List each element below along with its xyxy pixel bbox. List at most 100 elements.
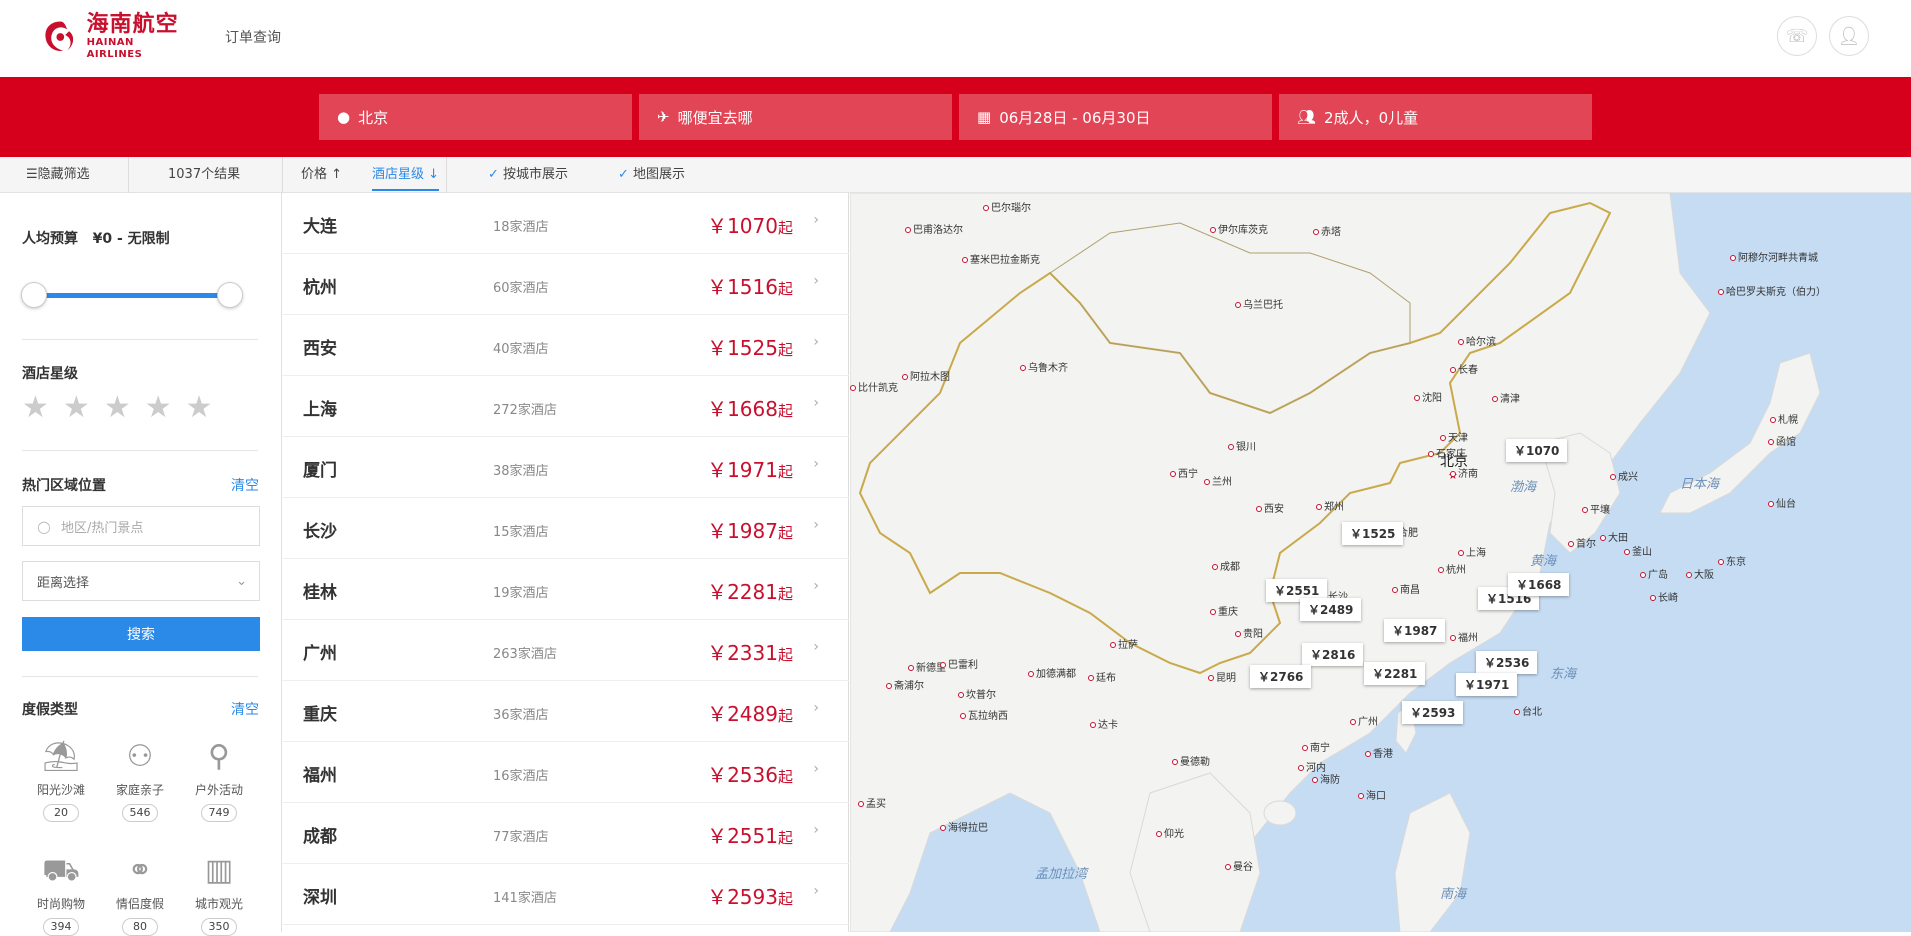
area-search-input[interactable]: ○ 地区/热门景点	[22, 506, 260, 546]
budget-slider-min-handle[interactable]	[21, 282, 47, 308]
vacation-type-beach[interactable]: ⛱ 阳光沙滩 20	[26, 737, 96, 822]
map-price-marker[interactable]: ￥2593	[1402, 701, 1464, 724]
vacation-type-family[interactable]: ⚇ 家庭亲子 546	[105, 737, 175, 822]
map-city-label: 东京	[1718, 553, 1746, 568]
chevron-right-icon: ›	[813, 883, 819, 899]
map-price-marker[interactable]: ￥1070	[1506, 439, 1568, 462]
list-item[interactable]: 福州 16家酒店 ￥2536起 ›	[283, 742, 849, 803]
vacation-type-count: 546	[122, 804, 158, 822]
list-item[interactable]: 大连 18家酒店 ￥1070起 ›	[283, 193, 849, 254]
price: ￥1971起	[707, 454, 793, 483]
map-price-marker[interactable]: ￥2816	[1302, 643, 1364, 666]
star-icon[interactable]: ★	[104, 393, 131, 423]
hotel-count: 18家酒店	[493, 220, 549, 235]
map-city-label: 上海	[1458, 544, 1486, 559]
order-query-link[interactable]: 订单查询	[225, 27, 281, 47]
price-suffix: 起	[777, 890, 793, 908]
vacation-type-outdoor[interactable]: ⚲ 户外活动 749	[184, 737, 254, 822]
vacation-type-name: 城市观光	[194, 897, 243, 911]
sea-label: 南海	[1440, 887, 1467, 902]
list-item[interactable]: 桂林 19家酒店 ￥2281起 ›	[283, 559, 849, 620]
price-value: ￥2593	[707, 885, 778, 909]
budget-slider-track[interactable]	[34, 293, 230, 298]
price: ￥1070起	[707, 210, 793, 239]
guests-field[interactable]: 👥︎ 2成人，0儿童	[1279, 94, 1592, 140]
destination-list: 大连 18家酒店 ￥1070起 › 杭州 60家酒店 ￥1516起 › 西安 4…	[283, 193, 849, 932]
price: ￥1516起	[707, 271, 793, 300]
map-price-marker[interactable]: ￥2536	[1476, 651, 1538, 674]
price-value: ￥1971	[707, 458, 778, 482]
show-by-city-option[interactable]: ✓ 按城市展示	[488, 157, 568, 193]
vacation-type-city[interactable]: ▥ 城市观光 350	[184, 851, 254, 936]
star-rating-selector[interactable]: ★ ★ ★ ★ ★	[22, 393, 227, 423]
hotel-count: 36家酒店	[493, 708, 549, 723]
destination-field[interactable]: ✈ 哪便宜去哪	[639, 94, 952, 140]
map-price-marker[interactable]: ￥1987	[1384, 619, 1446, 642]
map-city-label: 坎普尔	[958, 686, 996, 701]
star-icon[interactable]: ★	[186, 393, 213, 423]
chevron-right-icon: ›	[813, 334, 819, 350]
price-value: ￥1987	[707, 519, 778, 543]
list-item[interactable]: 杭州 60家酒店 ￥1516起 ›	[283, 254, 849, 315]
area-search-placeholder: 地区/热门景点	[60, 520, 144, 536]
list-item[interactable]: 厦门 38家酒店 ￥1971起 ›	[283, 437, 849, 498]
star-icon[interactable]: ★	[145, 393, 172, 423]
chevron-right-icon: ›	[813, 456, 819, 472]
map-city-label: 曼德勒	[1172, 753, 1210, 768]
hainan-logo[interactable]: 海南航空 HAINAN AIRLINES	[40, 13, 190, 60]
map-city-label: 巴甫洛达尔	[905, 221, 963, 236]
list-item[interactable]: 上海 272家酒店 ￥1668起 ›	[283, 376, 849, 437]
budget-slider-max-handle[interactable]	[217, 282, 243, 308]
couple-icon: ⚭	[127, 853, 153, 888]
distance-select[interactable]: 距离选择 ⌄	[22, 561, 260, 601]
price: ￥1987起	[707, 515, 793, 544]
list-item[interactable]: 深圳 141家酒店 ￥2593起 ›	[283, 864, 849, 925]
sort-by-star[interactable]: 酒店星级 ↓	[372, 157, 440, 191]
vacation-clear-button[interactable]: 清空	[231, 699, 259, 719]
phone-button[interactable]: ☏	[1777, 16, 1817, 56]
date-field[interactable]: ▦ 06月28日 - 06月30日	[959, 94, 1272, 140]
list-item[interactable]: 长沙 15家酒店 ￥1987起 ›	[283, 498, 849, 559]
check-icon: ✓	[618, 167, 629, 182]
map-price-marker[interactable]: ￥2489	[1300, 598, 1362, 621]
price-value: ￥1516	[707, 275, 778, 299]
map-city-label: 海防	[1312, 771, 1340, 786]
search-button[interactable]: 搜索	[22, 617, 260, 651]
area-clear-button[interactable]: 清空	[231, 475, 259, 495]
vacation-type-count: 80	[122, 918, 158, 936]
map-price-marker[interactable]: ￥1668	[1508, 573, 1570, 596]
vacation-type-couple[interactable]: ⚭ 情侣度假 80	[105, 851, 175, 936]
map-price-marker[interactable]: ￥2766	[1250, 665, 1312, 688]
map-price-marker[interactable]: ￥1971	[1456, 673, 1518, 696]
origin-field[interactable]: ● 北京	[319, 94, 632, 140]
list-item[interactable]: 广州 263家酒店 ￥2331起 ›	[283, 620, 849, 681]
sea-label: 日本海	[1680, 477, 1720, 492]
city-name: 成都	[303, 827, 337, 847]
vacation-type-shopping[interactable]: ⛟ 时尚购物 394	[26, 851, 96, 936]
hotel-count: 16家酒店	[493, 769, 549, 784]
list-item[interactable]: 西安 40家酒店 ￥1525起 ›	[283, 315, 849, 376]
list-item[interactable]: 成都 77家酒店 ￥2551起 ›	[283, 803, 849, 864]
sort-by-price[interactable]: 价格 ↑	[301, 157, 342, 193]
list-item[interactable]: 重庆 36家酒店 ￥2489起 ›	[283, 681, 849, 742]
user-button[interactable]: 👤︎	[1829, 16, 1869, 56]
map-city-label: 乌兰巴托	[1235, 296, 1283, 311]
star-icon[interactable]: ★	[63, 393, 90, 423]
hide-filter-toggle[interactable]: ☰隐藏筛选	[26, 157, 90, 193]
map-city-label: 阿拉木图	[902, 368, 950, 383]
map-view-option[interactable]: ✓ 地图展示	[618, 157, 685, 193]
map-price-marker[interactable]: ￥1525	[1342, 522, 1404, 545]
chevron-right-icon: ›	[813, 822, 819, 838]
plane-icon: ✈	[657, 108, 670, 126]
location-pin-icon: ●	[337, 108, 351, 126]
map-city-label: 巴雷利	[940, 656, 978, 671]
star-icon[interactable]: ★	[22, 393, 49, 423]
map-city-label: 南昌	[1392, 581, 1420, 596]
price: ￥1668起	[707, 393, 793, 422]
map-price-marker[interactable]: ￥2281	[1364, 662, 1426, 685]
map-city-label: 函馆	[1768, 433, 1796, 448]
distance-select-value: 距离选择	[37, 575, 90, 591]
chevron-right-icon: ›	[813, 517, 819, 533]
price: ￥2281起	[707, 576, 793, 605]
destination-map[interactable]: 渤海 黄海 东海 日本海 南海 孟加拉湾 北京 ★ 巴尔瑙尔 巴甫洛达尔 伊尔库…	[850, 193, 1911, 932]
